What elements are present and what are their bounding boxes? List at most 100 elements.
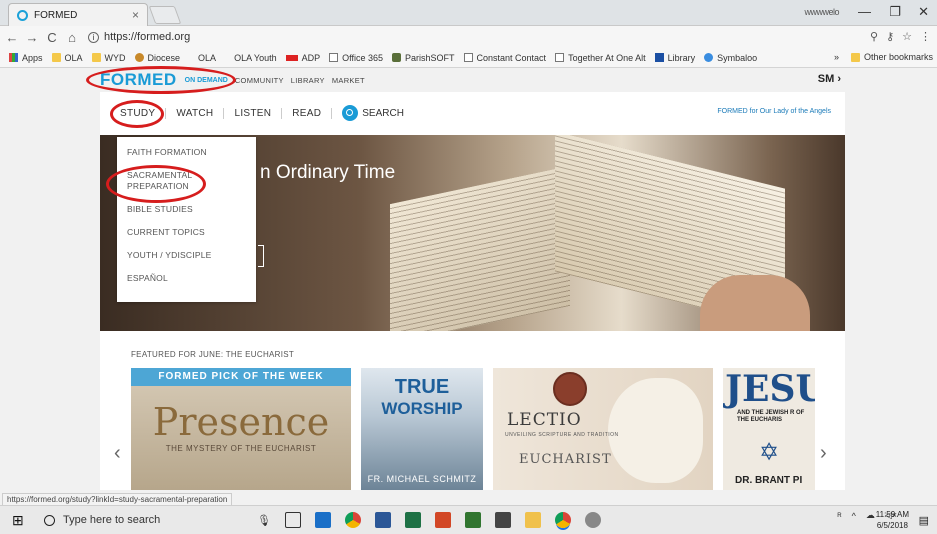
file-explorer-icon[interactable] — [524, 512, 541, 528]
calculator-icon[interactable] — [494, 512, 511, 528]
zoom-icon[interactable]: ⚲ — [870, 30, 878, 43]
carousel-next-icon[interactable]: › — [820, 442, 827, 465]
carousel-card-presence[interactable]: FORMED PICK OF THE WEEK Presence THE MYS… — [131, 368, 351, 490]
sub-nav: STUDY WATCH LISTEN READ SEARCH FORMED fo… — [100, 92, 845, 134]
task-view-icon[interactable] — [284, 512, 301, 528]
network-icon[interactable]: ☁ — [866, 510, 875, 521]
menu-item-espanol[interactable]: ESPAÑOL — [117, 273, 256, 284]
excel-icon[interactable] — [404, 512, 421, 528]
site-info-icon[interactable]: i — [88, 31, 99, 43]
other-bookmarks[interactable]: Other bookmarks — [864, 52, 933, 62]
windows-start-icon[interactable]: ⊞ — [12, 512, 34, 529]
carousel-prev-icon[interactable]: ‹ — [114, 442, 121, 465]
menu-item-current-topics[interactable]: CURRENT TOPICS — [117, 227, 256, 238]
user-menu[interactable]: SM › — [818, 73, 841, 85]
bookmarks-overflow-icon[interactable]: » — [834, 52, 839, 62]
nav-on-demand[interactable]: ON DEMAND — [185, 77, 228, 84]
tab-watch[interactable]: WATCH — [166, 107, 225, 119]
bookmark-diocese[interactable]: Diocese — [134, 53, 180, 63]
bookmark-parishsoft[interactable]: ParishSOFT — [392, 53, 455, 63]
bookmark-library[interactable]: Library — [654, 53, 695, 63]
page-icon — [463, 53, 473, 62]
pick-of-week-band: FORMED PICK OF THE WEEK — [131, 368, 351, 386]
taskbar-search[interactable]: Type here to search — [44, 506, 249, 534]
folder-icon — [91, 53, 101, 62]
nav-library[interactable]: LIBRARY — [291, 76, 325, 85]
carousel-card-jesus[interactable]: JESU AND THE JEWISH R OF THE EUCHARIS ✡ … — [723, 368, 815, 490]
tab-close-icon[interactable]: × — [132, 8, 139, 22]
bookmark-ola[interactable]: OLA — [51, 53, 83, 63]
apps-grid-icon — [9, 53, 18, 62]
chrome-icon[interactable] — [344, 512, 361, 528]
menu-item-sacramental-preparation[interactable]: SACRAMENTAL PREPARATION — [117, 170, 192, 192]
bookmark-symbaloo[interactable]: Symbaloo — [704, 53, 757, 63]
url-text: https://formed.org — [104, 31, 191, 43]
nav-community[interactable]: COMMUNITY — [235, 76, 284, 85]
menu-item-faith-formation[interactable]: FAITH FORMATION — [117, 147, 256, 158]
word-icon[interactable] — [374, 512, 391, 528]
bookmark-office365[interactable]: Office 365 — [329, 53, 383, 63]
powerpoint-icon[interactable] — [434, 512, 451, 528]
taskbar-clock[interactable]: 11:59 AM 6/5/2018 — [876, 509, 909, 531]
people-icon[interactable]: ᴿ — [838, 511, 842, 521]
key-icon[interactable]: ⚷ — [886, 30, 894, 43]
card-subtitle: UNVEILING SCRIPTURE AND TRADITION — [505, 432, 619, 438]
carousel-card-lectio[interactable]: LECTIO UNVEILING SCRIPTURE AND TRADITION… — [493, 368, 713, 490]
tab-read[interactable]: READ — [282, 107, 333, 119]
microphone-icon[interactable]: 🎙 — [257, 514, 271, 527]
bookmarks-bar: Apps OLA WYD Diocese OLA OLA Youth ADP O… — [0, 48, 937, 68]
clock-date: 6/5/2018 — [876, 521, 908, 530]
bookmark-wyd[interactable]: WYD — [91, 53, 126, 63]
wax-seal-icon — [553, 372, 587, 406]
restore-icon[interactable]: ❐ — [889, 4, 901, 20]
book-page-image — [390, 165, 570, 331]
browser-tab[interactable]: FORMED × — [8, 3, 148, 26]
forward-arrow-icon[interactable]: → — [24, 30, 40, 45]
bookmark-apps[interactable]: Apps — [9, 53, 43, 63]
tray-chevron-icon[interactable]: ^ — [852, 511, 856, 521]
chrome-active-icon[interactable] — [554, 512, 571, 528]
bookmark-ola-youth[interactable]: OLA Youth — [234, 53, 277, 63]
minimize-icon[interactable]: — — [858, 4, 871, 19]
home-icon[interactable]: ⌂ — [64, 30, 80, 45]
page-icon — [555, 53, 565, 62]
reload-icon[interactable]: C — [44, 30, 60, 45]
bookmark-adp[interactable]: ADP — [285, 53, 320, 63]
notification-icon[interactable]: ▤ — [919, 514, 929, 527]
bookmark-ola-2[interactable]: OLA — [198, 53, 216, 63]
menu-item-youth[interactable]: YOUTH / YDISCIPLE — [117, 250, 256, 261]
bookmark-constant-contact[interactable]: Constant Contact — [463, 53, 546, 63]
library-icon — [654, 53, 664, 62]
card-author: DR. BRANT PI — [735, 475, 803, 486]
web-page: FORMED ON DEMAND COMMUNITY LIBRARY MARKE… — [0, 66, 937, 490]
nav-market[interactable]: MARKET — [332, 76, 365, 85]
profile-name[interactable]: wwwwelo — [804, 7, 839, 17]
url-field[interactable]: i https://formed.org — [88, 29, 858, 46]
outlook-icon[interactable] — [314, 512, 331, 528]
adp-icon — [285, 54, 298, 61]
hero-button[interactable] — [258, 245, 264, 267]
menu-item-bible-studies[interactable]: BIBLE STUDIES — [117, 204, 256, 215]
study-dropdown-menu: FAITH FORMATION SACRAMENTAL PREPARATION … — [117, 137, 256, 302]
publisher-icon[interactable] — [464, 512, 481, 528]
diocese-icon — [134, 53, 144, 62]
formed-logo[interactable]: FORMED — [100, 70, 177, 90]
windows-taskbar: ⊞ Type here to search 🎙 ᴿ ^ ☁ ◁× 11:59 A… — [0, 505, 937, 534]
card-title-2: WORSHIP — [381, 399, 463, 418]
back-arrow-icon[interactable]: ← — [4, 30, 20, 45]
search-button[interactable]: SEARCH — [342, 105, 404, 121]
folder-icon — [51, 53, 61, 62]
close-window-icon[interactable]: ✕ — [918, 4, 929, 20]
tab-study[interactable]: STUDY — [120, 107, 167, 119]
star-icon[interactable]: ☆ — [902, 30, 912, 43]
cortana-icon — [44, 514, 55, 526]
menu-icon[interactable]: ⋮ — [920, 30, 931, 43]
app-icon[interactable] — [584, 512, 601, 528]
new-tab-button[interactable] — [148, 6, 182, 24]
tab-listen[interactable]: LISTEN — [224, 107, 283, 119]
parishsoft-icon — [392, 53, 401, 62]
carousel-card-true-worship[interactable]: TRUE WORSHIP FR. MICHAEL SCHMITZ — [361, 368, 483, 490]
parish-link[interactable]: FORMED for Our Lady of the Angels — [717, 108, 831, 115]
bookmark-together[interactable]: Together At One Alt — [555, 53, 646, 63]
hero-title: n Ordinary Time — [260, 162, 396, 183]
